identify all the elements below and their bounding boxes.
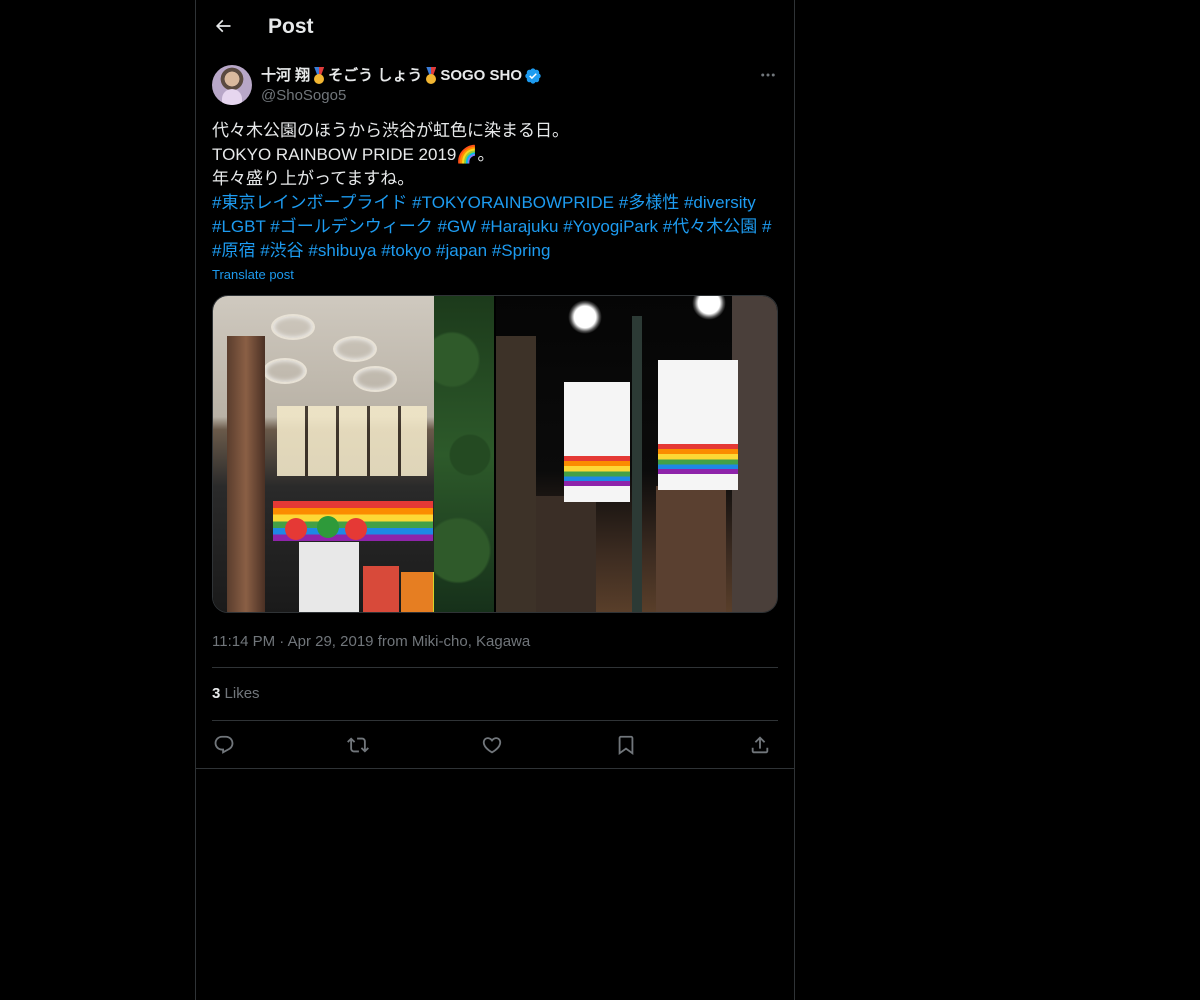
street-light — [692, 296, 726, 320]
hashtag-link[interactable]: #tokyo — [381, 241, 431, 260]
verified-badge-icon — [525, 68, 541, 84]
reply-button[interactable] — [212, 733, 236, 757]
banner-rainbow-stripes — [564, 456, 630, 486]
likes-count: 3 — [212, 685, 221, 702]
lamp-pole — [632, 316, 642, 612]
meta-separator: · — [279, 633, 285, 650]
balloon — [345, 518, 367, 540]
post-meta: 11:14 PM · Apr 29, 2019 from Miki-cho, K… — [212, 632, 530, 652]
hashtag-block: #東京レインボープライド #TOKYORAINBOWPRIDE #多様性 #di… — [212, 191, 778, 263]
avatar[interactable] — [212, 65, 252, 105]
author-row: 十河 翔 そごう しょう SOGO SHO @ShoSogo5 — [212, 65, 778, 107]
page-title: Post — [268, 15, 314, 38]
building — [656, 486, 726, 612]
more-options-button[interactable] — [758, 65, 778, 85]
hashtag-link[interactable]: #YoyogiPark — [563, 217, 658, 236]
hashtag-link[interactable]: #原宿 — [212, 241, 255, 260]
photo-storefront[interactable] — [213, 296, 494, 612]
action-bar — [212, 733, 778, 757]
post-text: 代々木公園のほうから渋谷が虹色に染まる日。 TOKYO RAINBOW PRID… — [212, 119, 778, 191]
banner-i-have-pride — [658, 360, 738, 490]
repost-button[interactable] — [346, 733, 370, 757]
hashtag-link[interactable]: #ゴールデンウィーク — [270, 217, 432, 236]
translate-post-link[interactable]: Translate post — [212, 266, 294, 284]
building — [732, 296, 777, 612]
hashtag-link[interactable]: #多様性 — [619, 193, 679, 212]
hashtag-link[interactable]: #東京レインボープライド — [212, 193, 407, 212]
post-header: Post — [196, 0, 794, 53]
street-light — [568, 300, 602, 334]
likes-stat[interactable]: 3 Likes — [212, 684, 260, 704]
back-button[interactable] — [206, 9, 240, 43]
hashtag-link[interactable]: #LGBT — [212, 217, 266, 236]
author-handle[interactable]: @ShoSogo5 — [261, 86, 346, 106]
hashtag-link[interactable]: #TOKYORAINBOWPRIDE — [412, 193, 614, 212]
banner-rainbow-stripes — [658, 444, 738, 474]
repost-icon — [347, 737, 369, 753]
heart-icon — [482, 737, 502, 754]
hashtag-link[interactable]: #Spring — [492, 241, 551, 260]
t-shirt — [363, 566, 399, 612]
hashtag-link[interactable]: # — [762, 217, 771, 236]
author-name-part1: 十河 翔 — [261, 67, 311, 84]
likes-label: Likes — [224, 685, 260, 702]
hashtag-link[interactable]: #GW — [438, 217, 477, 236]
more-horizontal-icon — [761, 73, 775, 77]
post-location: from Miki-cho, Kagawa — [377, 633, 531, 650]
building — [536, 496, 596, 612]
store-windows — [277, 406, 427, 476]
media-grid — [212, 295, 778, 613]
photo-street-banners[interactable] — [496, 296, 777, 612]
hashtag-link[interactable]: #Harajuku — [481, 217, 559, 236]
balloon — [285, 518, 307, 540]
author-name-part2: そごう しょう — [328, 67, 423, 84]
post-bottom-border — [196, 768, 794, 769]
ceiling-light — [353, 366, 397, 392]
arrow-left-icon — [215, 19, 231, 33]
ceiling-light — [333, 336, 377, 362]
hashtag-link[interactable]: #代々木公園 — [663, 217, 757, 236]
banner-enjoy-diversity — [564, 382, 630, 502]
divider — [212, 667, 778, 668]
store-sign — [299, 542, 359, 612]
t-shirt — [401, 572, 433, 612]
bookmark-icon — [618, 735, 634, 756]
medal-icon — [423, 67, 439, 85]
ivy-leaves — [434, 296, 494, 612]
like-button[interactable] — [480, 733, 504, 757]
post-date[interactable]: Apr 29, 2019 — [288, 633, 374, 650]
author-name[interactable]: 十河 翔 そごう しょう SOGO SHO — [261, 66, 542, 86]
share-button[interactable] — [748, 733, 772, 757]
bookmark-button[interactable] — [614, 733, 638, 757]
brick-pillar — [227, 336, 265, 612]
hashtag-link[interactable]: #shibuya — [308, 241, 376, 260]
ceiling-light — [263, 358, 307, 384]
ceiling-light — [271, 314, 315, 340]
medal-icon — [311, 67, 327, 85]
share-icon — [751, 736, 769, 754]
author-name-part3: SOGO SHO — [440, 67, 523, 84]
building — [496, 336, 536, 612]
post-text-line: 代々木公園のほうから渋谷が虹色に染まる日。 — [212, 121, 569, 140]
post-text-line: 年々盛り上がってますね。 — [212, 169, 415, 188]
post-time[interactable]: 11:14 PM — [212, 633, 275, 650]
divider — [212, 720, 778, 721]
hashtag-link[interactable]: #diversity — [684, 193, 756, 212]
reply-icon — [214, 735, 234, 754]
post-text-line: TOKYO RAINBOW PRIDE 2019🌈。 — [212, 145, 495, 164]
balloon — [317, 516, 339, 538]
hashtag-link[interactable]: #japan — [436, 241, 487, 260]
main-column: Post 十河 翔 そごう しょう SOGO SHO @ShoSogo5 代々木… — [195, 0, 795, 1000]
avatar-figure — [222, 89, 242, 105]
hashtag-link[interactable]: #渋谷 — [260, 241, 303, 260]
